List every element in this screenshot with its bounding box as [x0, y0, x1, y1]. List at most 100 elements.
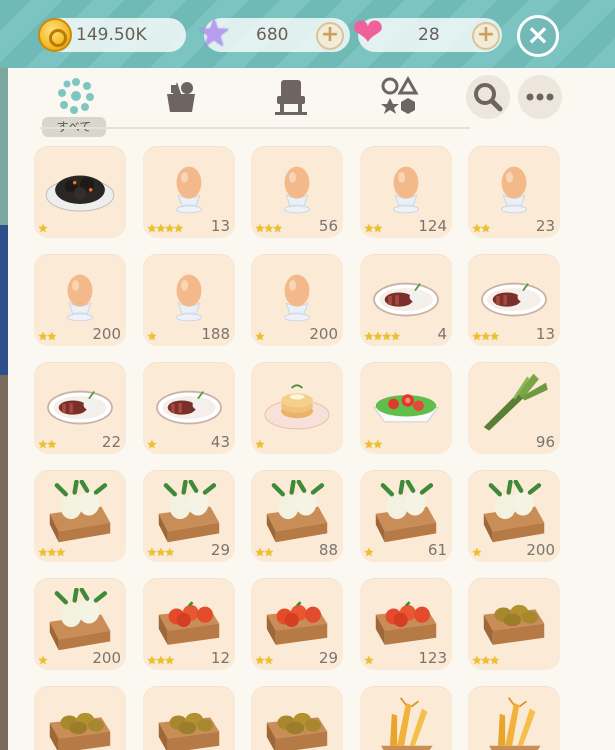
item-tile-egg[interactable]: ★★★ 56 [251, 146, 343, 238]
charred-icon [45, 175, 115, 212]
currency-bar: 149.50K 680 ★ + 28 ❤ + × [0, 0, 615, 68]
item-tile-potato[interactable] [143, 686, 235, 750]
steak-icon [156, 390, 222, 425]
item-tile-egg[interactable]: ★★★★ 13 [143, 146, 235, 238]
egg-icon [501, 166, 527, 214]
rarity-stars: ★ [364, 654, 374, 667]
item-tile-tomato[interactable]: ★★ 29 [251, 578, 343, 670]
close-button[interactable]: × [517, 15, 559, 57]
furniture-icon [275, 80, 307, 115]
star-value: 680 [256, 25, 289, 45]
item-tile-leek[interactable]: 96 [468, 362, 560, 454]
wheat-icon [489, 697, 541, 750]
egg-icon [393, 166, 419, 214]
rarity-stars: ★ [38, 222, 48, 235]
star-icon: ★ [197, 11, 232, 55]
rarity-stars: ★ [364, 546, 374, 559]
rarity-stars: ★★★ [472, 330, 500, 343]
item-tile-turnip[interactable]: ★ 61 [360, 470, 452, 562]
rarity-stars: ★★★ [147, 654, 175, 667]
item-tile-steak[interactable]: ★★★★ 4 [360, 254, 452, 346]
tomato-icon [266, 601, 328, 645]
item-count: 188 [201, 325, 230, 343]
egg-icon [176, 166, 202, 214]
item-tile-potato[interactable] [34, 686, 126, 750]
rarity-stars: ★★★ [255, 222, 283, 235]
item-tile-egg[interactable]: ★★ 23 [468, 146, 560, 238]
item-tile-pancake[interactable]: ★ [251, 362, 343, 454]
item-count: 96 [535, 433, 555, 451]
item-count: 29 [318, 649, 338, 667]
item-count: 200 [526, 541, 555, 559]
item-tile-potato[interactable] [251, 686, 343, 750]
item-tile-steak[interactable]: ★★ 22 [34, 362, 126, 454]
shapes-icon [381, 75, 419, 114]
item-tile-potato[interactable]: ★★★ [468, 578, 560, 670]
tab-shapes[interactable] [380, 75, 420, 116]
rarity-stars: ★★ [38, 330, 57, 343]
rarity-stars: ★★★ [472, 654, 500, 667]
item-tile-steak[interactable]: ★★★ 13 [468, 254, 560, 346]
item-tile-egg[interactable]: ★★ 200 [34, 254, 126, 346]
item-tile-wheat[interactable] [360, 686, 452, 750]
tab-all[interactable] [56, 76, 96, 116]
item-count: 200 [309, 325, 338, 343]
steak-icon [373, 282, 439, 317]
coin-icon [38, 18, 72, 52]
add-hearts-button[interactable]: + [472, 22, 500, 50]
item-tile-tomato[interactable]: ★ 123 [360, 578, 452, 670]
item-count: 43 [210, 433, 230, 451]
heart-value: 28 [418, 25, 440, 45]
leek-icon [483, 373, 548, 431]
item-tile-turnip[interactable]: ★ 200 [34, 578, 126, 670]
rarity-stars: ★★★ [147, 546, 175, 559]
tab-ingredients[interactable] [161, 76, 201, 116]
heart-icon: ❤ [352, 10, 384, 54]
item-count: 12 [210, 649, 230, 667]
item-tile-egg[interactable]: ★★ 124 [360, 146, 452, 238]
potato-icon [483, 604, 545, 645]
item-tile-wheat[interactable] [468, 686, 560, 750]
item-tile-turnip[interactable]: ★★ 88 [251, 470, 343, 562]
item-count: 22 [101, 433, 121, 451]
item-tile-egg[interactable]: ★ 200 [251, 254, 343, 346]
rarity-stars: ★★ [472, 222, 491, 235]
item-tile-salad[interactable]: ★★ [360, 362, 452, 454]
item-count: 29 [210, 541, 230, 559]
tab-furniture[interactable] [271, 76, 311, 116]
item-tile-steak[interactable]: ★ 43 [143, 362, 235, 454]
item-count: 88 [318, 541, 338, 559]
rarity-stars: ★★★★ [364, 330, 400, 343]
egg-icon [284, 274, 310, 322]
item-tile-turnip[interactable]: ★★★ 29 [143, 470, 235, 562]
item-tile-charred[interactable]: ★ [34, 146, 126, 238]
tomato-icon [158, 601, 220, 645]
egg-icon [284, 166, 310, 214]
rarity-stars: ★ [255, 330, 265, 343]
background-scene [0, 0, 8, 750]
turnip-icon [49, 588, 111, 651]
item-count: 23 [535, 217, 555, 235]
more-button[interactable] [518, 75, 562, 119]
add-stars-button[interactable]: + [316, 22, 344, 50]
item-count: 123 [418, 649, 447, 667]
turnip-icon [266, 480, 328, 543]
rarity-stars: ★ [472, 546, 482, 559]
rarity-stars: ★ [255, 438, 265, 451]
rarity-stars: ★★ [38, 438, 57, 451]
rarity-stars: ★ [38, 654, 48, 667]
egg-icon [176, 274, 202, 322]
search-button[interactable] [466, 75, 510, 119]
item-tile-tomato[interactable]: ★★★ 12 [143, 578, 235, 670]
item-tile-turnip[interactable]: ★ 200 [468, 470, 560, 562]
rarity-stars: ★★ [364, 222, 383, 235]
item-tile-turnip[interactable]: ★★★ [34, 470, 126, 562]
egg-icon [67, 274, 93, 322]
item-count: 124 [418, 217, 447, 235]
rarity-stars: ★★ [255, 654, 274, 667]
item-tile-egg[interactable]: ★ 188 [143, 254, 235, 346]
rarity-stars: ★ [147, 438, 157, 451]
item-count: 56 [318, 217, 338, 235]
tab-divider [40, 127, 470, 129]
potato-icon [266, 712, 328, 750]
